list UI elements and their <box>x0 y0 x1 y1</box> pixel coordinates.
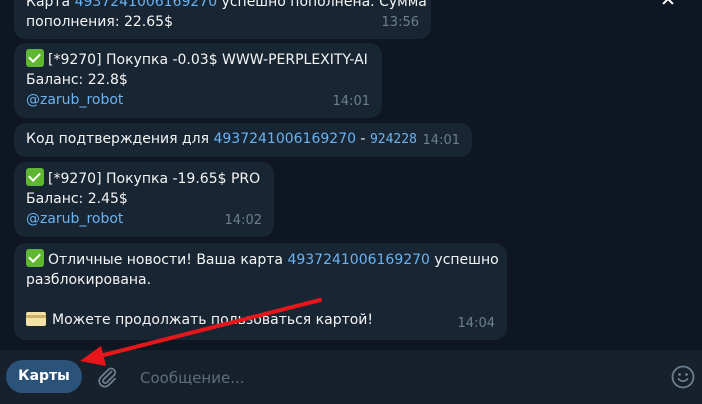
message-time: 14:01 <box>422 133 460 148</box>
message-input[interactable] <box>138 364 642 392</box>
paperclip-icon[interactable] <box>95 365 119 389</box>
check-icon <box>26 168 44 186</box>
message-bubble: [*9270] Покупка -19.65$ PRO Баланс: 2.45… <box>14 162 274 237</box>
card-number-link[interactable]: 4937241006169270 <box>287 252 430 268</box>
message-bubble: Код подтверждения для 4937241006169270 -… <box>14 123 472 157</box>
message-bubble: [*9270] Покупка -0.03$ WWW-PERPLEXITY-AI… <box>14 43 382 118</box>
message-line: @zarub_robot <box>26 90 370 110</box>
confirmation-code[interactable]: 924228 <box>370 132 417 147</box>
check-icon <box>26 49 44 67</box>
message-line: Можете продолжать пользоваться картой! <box>26 310 495 330</box>
bot-mention-link[interactable]: @zarub_robot <box>26 92 123 108</box>
message-time: 13:56 <box>381 15 419 30</box>
check-icon <box>26 249 44 267</box>
message-time: 14:04 <box>457 316 495 331</box>
message-line: [*9270] Покупка -19.65$ PRO <box>26 168 262 189</box>
close-icon[interactable] <box>660 0 676 6</box>
message-line: Отличные новости! Ваша карта 49372410061… <box>26 249 499 270</box>
bot-mention-link[interactable]: @zarub_robot <box>26 211 123 227</box>
message-line: Баланс: 22.8$ <box>26 72 128 88</box>
message-line: пополнения: 22.65$ <box>26 14 173 30</box>
message-time: 14:01 <box>332 94 370 109</box>
chat-area: Карта 4937241006169270 успешно пополнена… <box>0 0 702 350</box>
card-icon <box>26 312 46 326</box>
message-input-bar: Карты <box>0 350 702 404</box>
message-bubble: Отличные новости! Ваша карта 49372410061… <box>14 243 507 340</box>
message-time: 14:02 <box>224 213 262 228</box>
card-number-link[interactable]: 4937241006169270 <box>213 131 356 147</box>
cards-button[interactable]: Карты <box>6 360 82 393</box>
message-line: Код подтверждения для 4937241006169270 -… <box>26 131 417 147</box>
message-line: Баланс: 2.45$ <box>26 191 128 207</box>
message-line <box>26 290 495 310</box>
message-bubble: Карта 4937241006169270 успешно пополнена… <box>14 0 431 39</box>
card-number-link[interactable]: 4937241006169270 <box>75 0 218 10</box>
message-line: разблокирована. <box>26 272 152 288</box>
smile-icon[interactable] <box>670 364 696 390</box>
message-line: Карта 4937241006169270 успешно пополнена… <box>26 0 427 12</box>
message-line: [*9270] Покупка -0.03$ WWW-PERPLEXITY-AI <box>26 49 370 70</box>
